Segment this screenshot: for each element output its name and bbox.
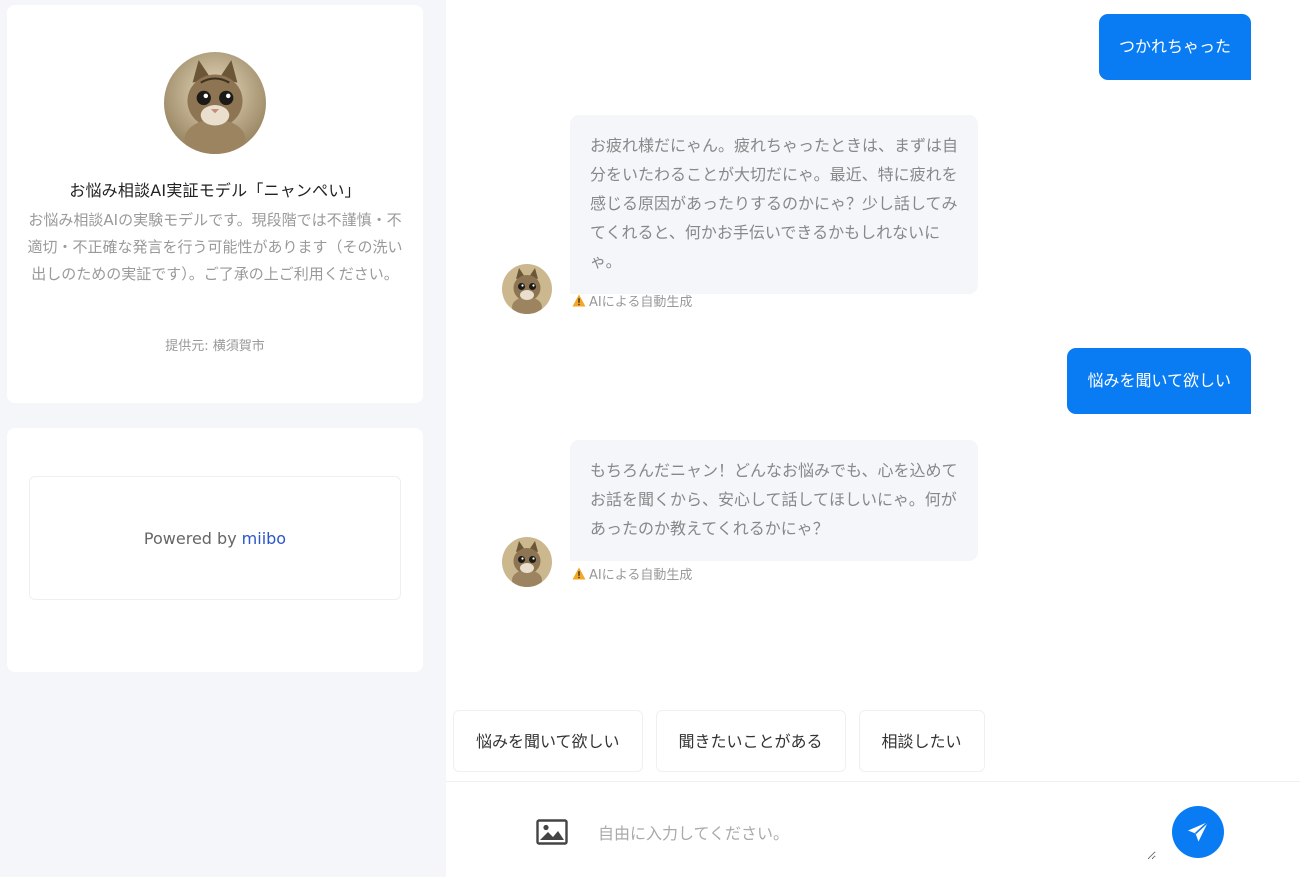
quick-reply-button[interactable]: 相談したい — [858, 710, 985, 772]
image-upload-button[interactable] — [536, 819, 568, 845]
send-button[interactable] — [1172, 806, 1224, 858]
chat-input[interactable] — [586, 810, 1156, 860]
ai-generated-note: AIによる自動生成 — [572, 291, 692, 310]
quick-replies: 悩みを聞いて欲しい 聞きたいことがある 相談したい — [453, 710, 998, 772]
provider-label: 提供元: 横須賀市 — [165, 339, 265, 354]
paper-plane-icon — [1188, 821, 1209, 842]
bot-avatar — [502, 537, 552, 587]
bot-name: お悩み相談AI実証モデル「ニャンぺい」 — [69, 181, 361, 200]
ai-note-text: AIによる自動生成 — [589, 295, 693, 310]
warning-icon — [572, 567, 586, 580]
bot-message: お疲れ様だにゃん。疲れちゃったときは、まずは自分をいたわることが大切だにゃ。最近… — [570, 115, 978, 294]
powered-by: Powered by miibo — [29, 476, 401, 600]
ai-generated-note: AIによる自動生成 — [572, 564, 692, 583]
bot-message-row: お疲れ様だにゃん。疲れちゃったときは、まずは自分をいたわることが大切だにゃ。最近… — [502, 115, 1002, 315]
chat-area: つかれちゃった お疲れ様だにゃん。疲れちゃったときは、まずは自分をいたわることが… — [446, 0, 1300, 877]
user-message: 悩みを聞いて欲しい — [1067, 348, 1251, 414]
bot-avatar — [502, 264, 552, 314]
ai-note-text: AIによる自動生成 — [589, 568, 693, 583]
warning-icon — [572, 294, 586, 307]
image-icon — [536, 819, 568, 845]
quick-reply-button[interactable]: 聞きたいことがある — [655, 710, 846, 772]
bot-message: もちろんだニャン！どんなお悩みでも、心を込めてお話を聞くから、安心して話してほし… — [570, 440, 978, 561]
powered-card: Powered by miibo — [7, 428, 423, 672]
miibo-link[interactable]: miibo — [242, 529, 286, 548]
bot-description: お悩み相談AIの実験モデルです。現段階では不謹慎・不適切・不正確な発言を行う可能… — [27, 211, 403, 283]
bot-avatar-large — [164, 52, 266, 154]
quick-reply-button[interactable]: 悩みを聞いて欲しい — [453, 710, 643, 772]
bot-message-row: もちろんだニャン！どんなお悩みでも、心を込めてお話を聞くから、安心して話してほし… — [502, 440, 1002, 590]
sidebar: お悩み相談AI実証モデル「ニャンぺい」 お悩み相談AIの実験モデルです。現段階で… — [0, 0, 446, 877]
powered-by-prefix: Powered by — [143, 528, 237, 548]
user-message: つかれちゃった — [1098, 14, 1251, 80]
input-bar — [446, 781, 1300, 877]
profile-card: お悩み相談AI実証モデル「ニャンぺい」 お悩み相談AIの実験モデルです。現段階で… — [7, 5, 423, 403]
